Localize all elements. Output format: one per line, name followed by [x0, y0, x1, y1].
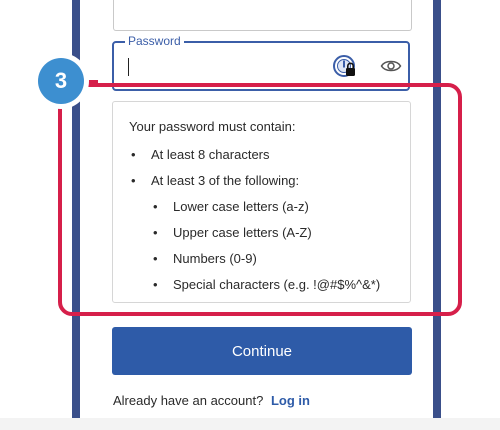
password-field[interactable]: Password: [112, 34, 410, 91]
bullet: •: [153, 277, 158, 292]
login-prompt-text: Already have an account?: [113, 393, 264, 408]
requirement-subitem: • Special characters (e.g. !@#$%^&*): [153, 277, 381, 292]
requirement-text: Special characters (e.g. !@#$%^&*): [173, 277, 381, 292]
eye-icon[interactable]: [380, 57, 402, 75]
requirement-text: Upper case letters (A-Z): [173, 225, 312, 240]
requirement-item: • At least 3 of the following:: [131, 173, 300, 188]
login-prompt: Already have an account? Log in: [113, 393, 310, 408]
password-requirements-panel: Your password must contain: • At least 8…: [112, 101, 411, 303]
requirement-subitem: • Lower case letters (a-z): [153, 199, 309, 214]
password-label: Password: [125, 34, 184, 48]
continue-button[interactable]: Continue: [112, 327, 412, 375]
requirements-title: Your password must contain:: [129, 119, 296, 134]
bullet: •: [153, 251, 158, 266]
bullet: •: [153, 225, 158, 240]
bullet: •: [131, 173, 136, 188]
requirement-subitem: • Upper case letters (A-Z): [153, 225, 312, 240]
requirement-text: At least 3 of the following:: [151, 173, 300, 188]
requirement-subitem: • Numbers (0-9): [153, 251, 257, 266]
bullet: •: [153, 199, 158, 214]
text-cursor: [128, 58, 129, 76]
requirement-text: Lower case letters (a-z): [173, 199, 309, 214]
device-frame-right: [433, 0, 441, 420]
page-bottom-strip: [0, 418, 500, 430]
badge-connector: [86, 80, 98, 84]
login-link[interactable]: Log in: [271, 393, 310, 408]
requirement-item: • At least 8 characters: [131, 147, 270, 162]
bullet: •: [131, 147, 136, 162]
step-number-badge: 3: [38, 58, 84, 104]
requirement-text: At least 8 characters: [151, 147, 270, 162]
previous-input-field[interactable]: [113, 0, 412, 31]
password-input[interactable]: [126, 57, 326, 77]
requirement-text: Numbers (0-9): [173, 251, 257, 266]
password-manager-icon[interactable]: [332, 54, 358, 80]
